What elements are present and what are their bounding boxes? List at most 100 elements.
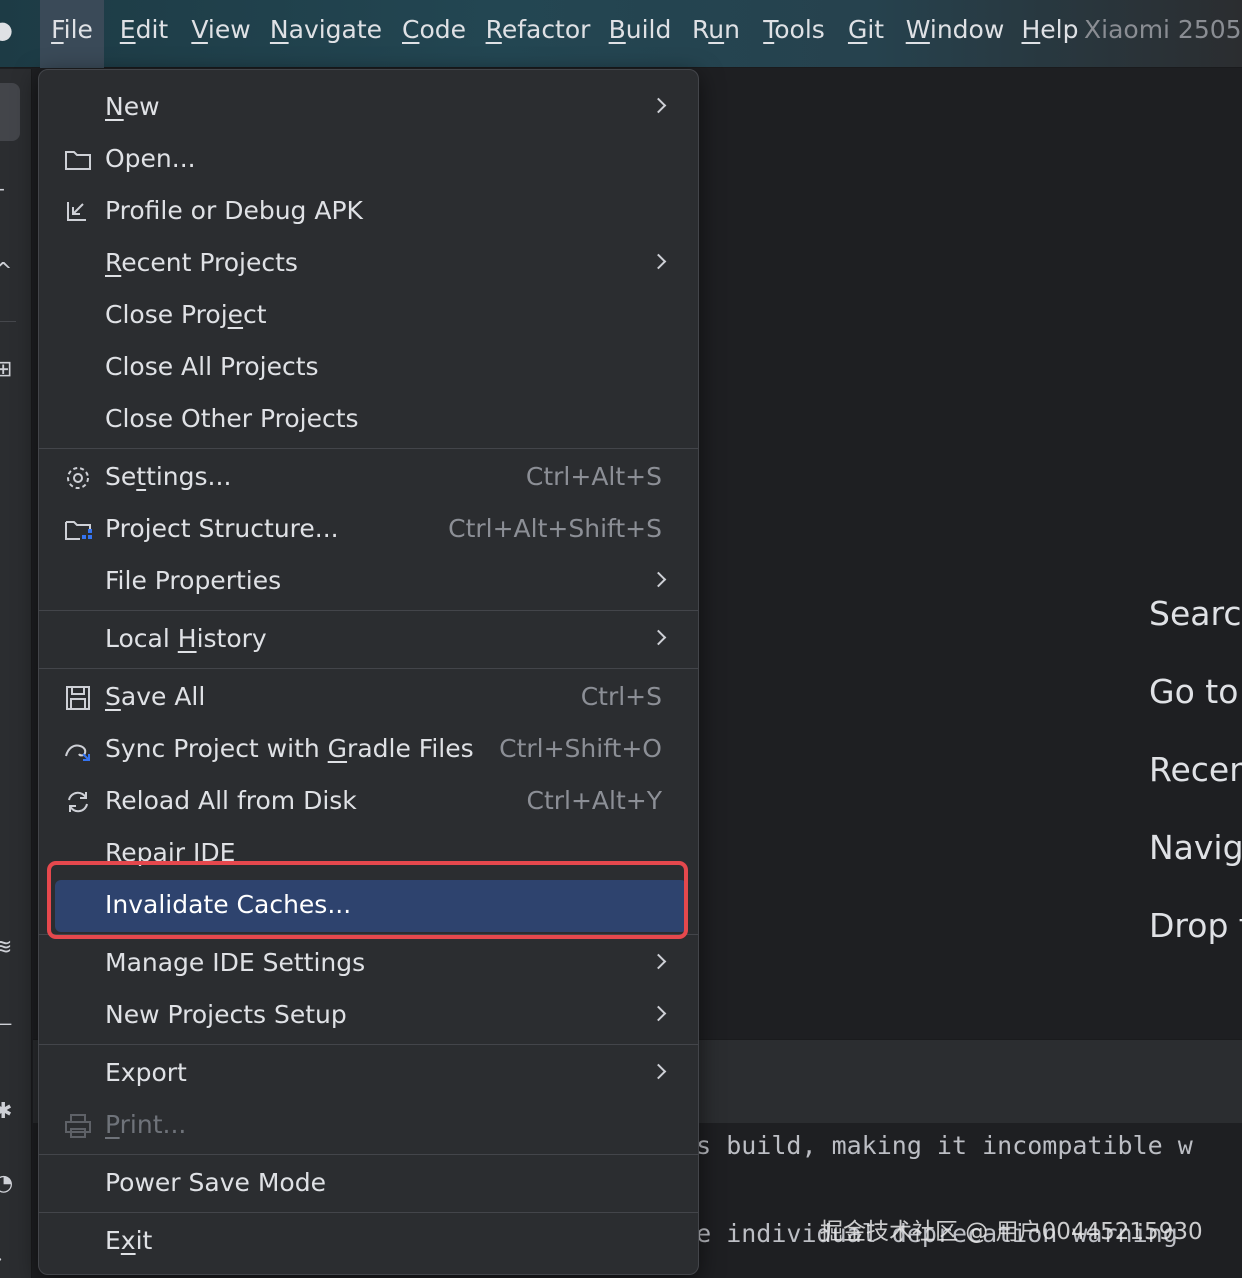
menu-label: View [191,15,251,44]
editor-hint-5: Drop f [1149,906,1242,945]
gradle-sync-icon [63,736,93,764]
menu-item-open[interactable]: Open... [39,134,698,186]
print-icon [63,1112,93,1140]
menu-item-new-projects-setup[interactable]: New Projects Setup [39,990,698,1042]
menu-item-label: Project Structure... [105,514,339,543]
save-icon [63,684,93,712]
gear-icon [63,464,93,492]
menu-item-recent-projects[interactable]: Recent Projects [39,238,698,290]
menu-item-label: Profile or Debug APK [105,196,363,225]
menu-item-save-all[interactable]: Save All Ctrl+S [39,672,698,724]
menu-label: Run [692,15,740,44]
menu-navigate[interactable]: Navigate [268,0,384,68]
menu-item-file-properties[interactable]: File Properties [39,556,698,608]
menu-item-export[interactable]: Export [39,1048,698,1100]
menu-edit[interactable]: Edit [116,0,172,68]
menu-label: Window [905,15,1005,44]
menu-item-sync-project-with-gradle-files[interactable]: Sync Project with Gradle Files Ctrl+Shift… [39,724,698,776]
menu-item-manage-ide-settings[interactable]: Manage IDE Settings [39,938,698,990]
menu-item-shortcut: Ctrl+Alt+S [525,462,662,491]
menu-refactor[interactable]: Refactor [484,0,592,68]
chevron-right-icon [650,253,667,270]
chevron-right-icon [650,953,667,970]
resource-manager-tool-icon[interactable]: ⊞ [0,359,12,381]
menu-item-reload-all-from-disk[interactable]: Reload All from Disk Ctrl+Alt+Y [39,776,698,828]
menu-label: Edit [119,15,169,44]
menu-item-profile-or-debug-apk[interactable]: Profile or Debug APK [39,186,698,238]
menu-label: Code [401,15,466,44]
menu-label: Tools [763,15,825,44]
watermark-text: 掘金技术社区 @ 用户00445215930 [820,1219,1203,1245]
file-menu-dropdown: New Open... Profile or Debug APK Recent Pro… [38,69,699,1275]
menu-separator [39,448,698,449]
menu-item-label: Close All Projects [105,352,319,381]
menu-label: Navigate [269,15,383,44]
chevron-right-icon [650,571,667,588]
editor-hint-1: Search [1149,594,1242,633]
menu-item-close-other-projects[interactable]: Close Other Projects [39,394,698,446]
menu-window[interactable]: Window [902,0,1008,68]
more-tools-icon[interactable]: · [0,441,1,463]
menu-item-label: Manage IDE Settings [105,948,366,977]
project-tool-button[interactable] [0,83,20,141]
menu-item-label: File Properties [105,566,282,595]
menu-label: Build [608,15,672,44]
menu-item-project-structure[interactable]: Project Structure... Ctrl+Alt+Shift+S [39,504,698,556]
menu-item-label: Close Other Projects [105,404,359,433]
terminal-tool-icon[interactable]: ⊢ [0,1015,13,1037]
menu-view[interactable]: View [186,0,256,68]
project-structure-icon [63,516,93,544]
menu-item-settings[interactable]: Settings... Ctrl+Alt+S [39,452,698,504]
chevron-right-icon [650,97,667,114]
device-selector-text[interactable]: Xiaomi 25053R [1084,0,1242,68]
menu-item-new[interactable]: New [39,82,698,134]
build-tool-icon[interactable]: ✱ [0,1101,12,1123]
menu-file[interactable]: File [40,0,104,68]
menu-tools[interactable]: Tools [758,0,830,68]
menu-item-shortcut: Ctrl+Alt+Y [526,786,663,815]
pull-requests-tool-icon[interactable]: ^ [0,261,12,283]
menu-item-close-project[interactable]: Close Project [39,290,698,342]
chevron-right-icon [650,1063,667,1080]
menu-item-label: Save All [105,682,206,711]
git-tool-icon[interactable]: › [0,1249,3,1271]
profile-apk-icon [63,198,93,226]
menu-item-label: Open... [105,144,196,173]
problems-tool-icon[interactable]: ◔ [0,1173,13,1195]
menu-separator [39,1212,698,1213]
menu-item-label: Sync Project with Gradle Files [105,734,474,763]
app-logo-icon: ● [0,16,13,44]
console-line: his build, making it incompatible w [666,1131,1193,1160]
menu-item-label: Local History [105,624,267,653]
menu-separator [39,610,698,611]
commit-tool-icon[interactable]: – [0,179,5,201]
logcat-tool-icon[interactable]: ≋ [0,937,12,959]
menu-item-power-save-mode[interactable]: Power Save Mode [39,1158,698,1210]
reload-icon [63,788,93,816]
menu-item-label: Reload All from Disk [105,786,357,815]
menu-item-label: Settings... [105,462,232,491]
menu-item-label: Close Project [105,300,267,329]
editor-hint-2: Go to [1149,672,1239,711]
menu-separator [39,1154,698,1155]
folder-icon [63,146,93,174]
menu-build[interactable]: Build [606,0,674,68]
left-tool-strip: – ^ ⊞ · ≋ ⊢ ✱ ◔ › [0,69,32,1278]
annotation-highlight-box [47,861,688,939]
menu-label: Help [1021,15,1079,44]
menu-label: Git [847,15,885,44]
menu-item-close-all-projects[interactable]: Close All Projects [39,342,698,394]
menu-code[interactable]: Code [398,0,470,68]
menu-help[interactable]: Help [1020,0,1080,68]
menu-git[interactable]: Git [844,0,888,68]
menu-item-label: Exit [105,1226,153,1255]
menu-item-local-history[interactable]: Local History [39,614,698,666]
chevron-right-icon [650,1005,667,1022]
main-menu-bar: ● File Edit View Navigate Code Refactor Build R… [0,0,1242,68]
menu-run[interactable]: Run [688,0,744,68]
menu-item-shortcut: Ctrl+S [580,682,662,711]
menu-item-exit[interactable]: Exit [39,1216,698,1268]
tool-strip-separator [0,321,16,322]
editor-hint-3: Recen [1149,750,1242,789]
menu-item-label: New [105,92,160,121]
